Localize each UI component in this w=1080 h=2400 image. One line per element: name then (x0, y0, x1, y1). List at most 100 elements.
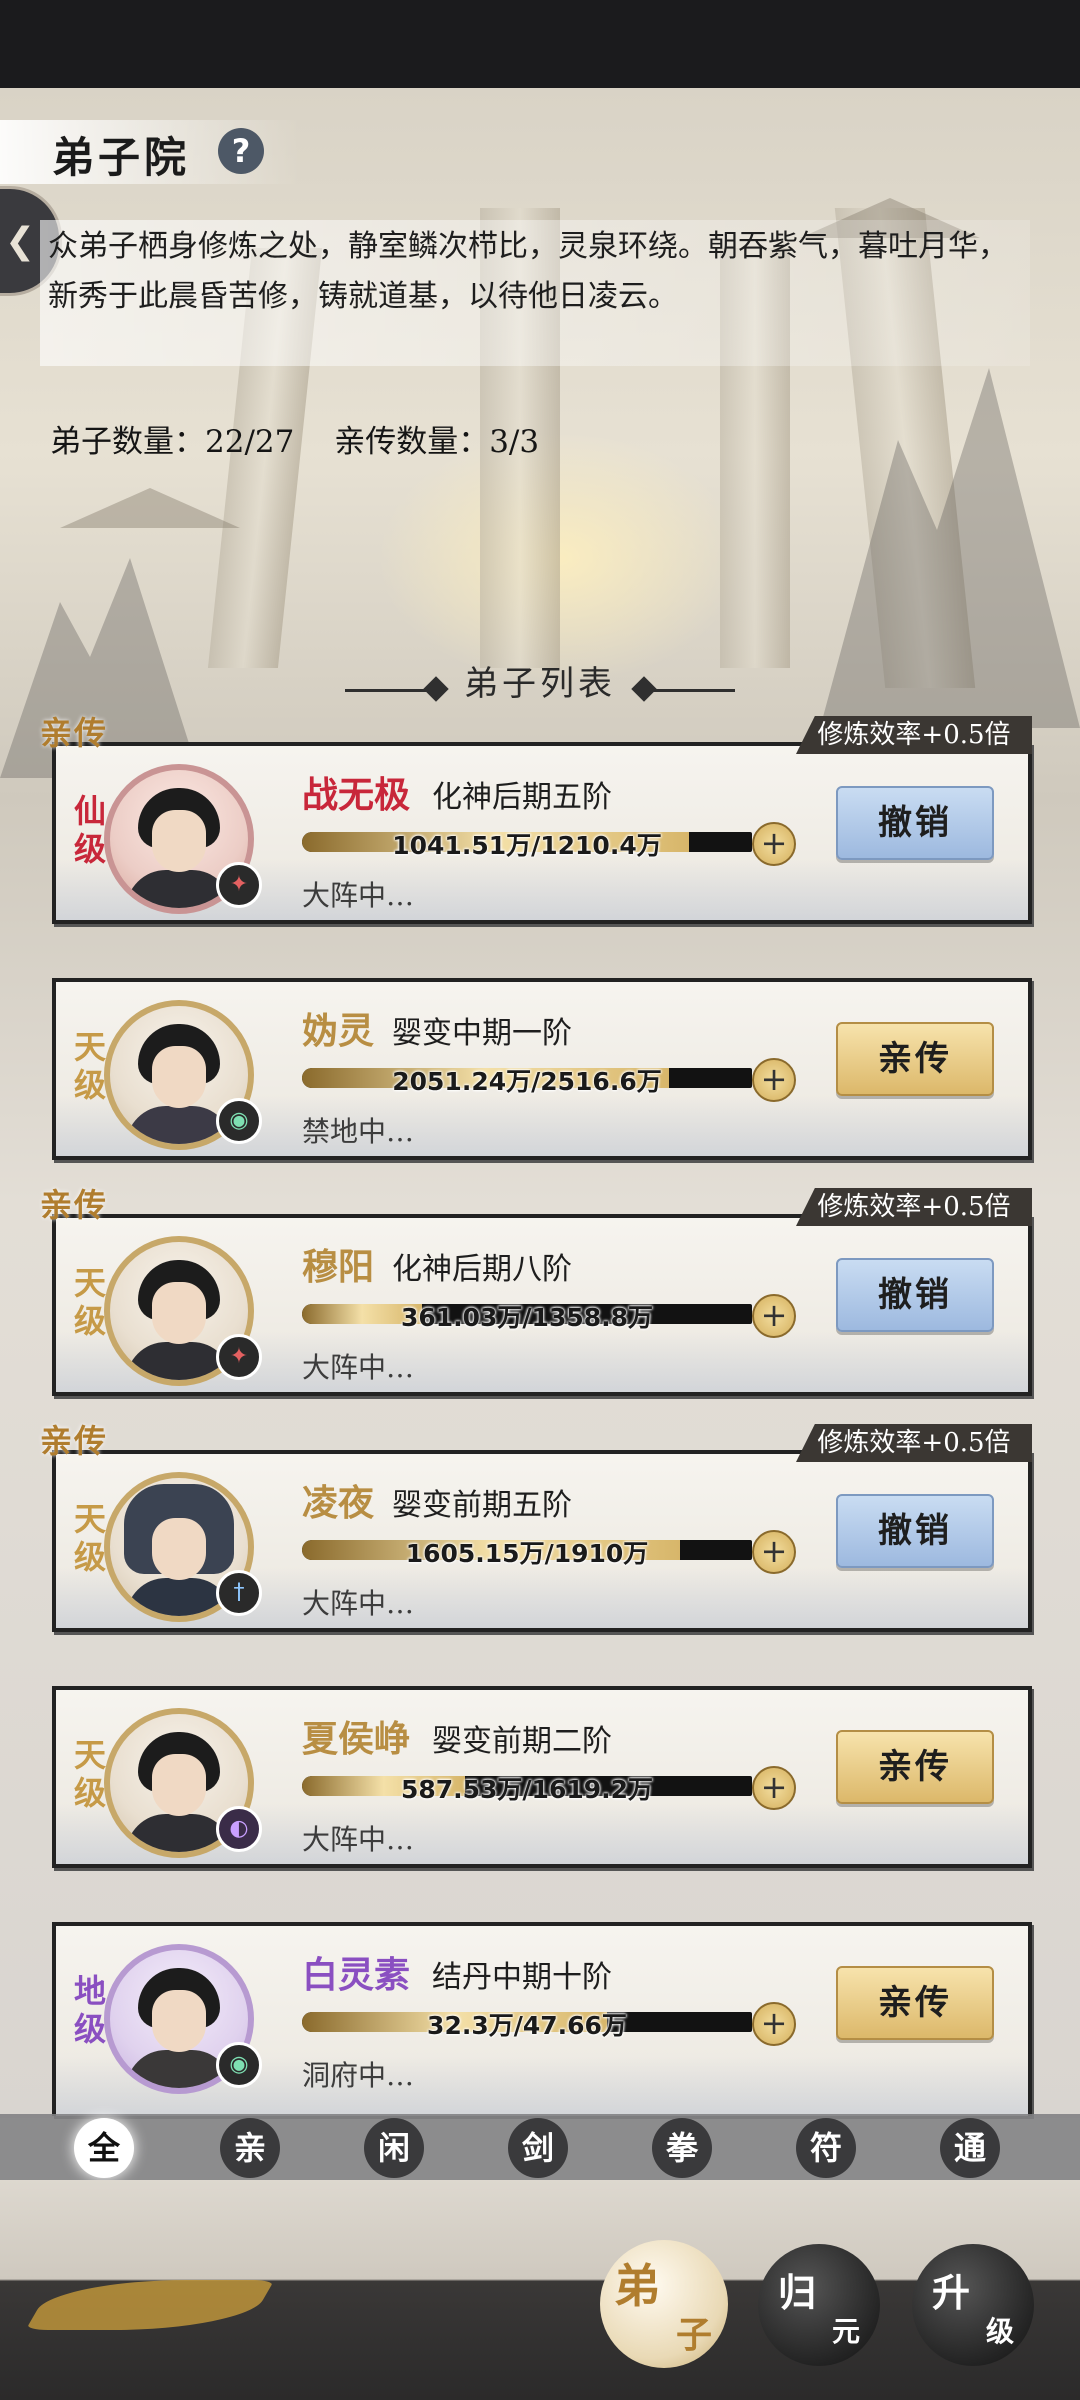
ornament-right-icon (645, 689, 736, 692)
pagoda-roof (60, 488, 240, 528)
nav-char: 级 (985, 2315, 1014, 2348)
filter-fist[interactable]: 拳 (652, 2118, 712, 2178)
disciple-name: 凌夜 (302, 1482, 375, 1524)
list-header: 弟子列表 (0, 656, 1080, 716)
disciple-realm: 婴变前期五阶 (392, 1488, 572, 1523)
cultivation-progress-bar: 587.53万/1619.2万 (302, 1775, 752, 1804)
add-progress-button[interactable]: + (752, 2002, 796, 2046)
intro-text: 众弟子栖身修炼之处，静室鳞次栉比，灵泉环绕。朝吞紫气，暮吐月华，新秀于此晨昏苦修… (48, 229, 1008, 314)
cultivation-progress-bar: 1605.15万/1910万 (302, 1539, 752, 1568)
grade-label: 天级 (73, 1028, 106, 1104)
ornament-left-icon (344, 689, 435, 692)
filter-idle[interactable]: 闲 (364, 2118, 424, 2178)
bonus-badge: 修炼效率+0.5倍 (796, 1188, 1032, 1226)
grade-label: 天级 (73, 1500, 106, 1576)
progress-text: 587.53万/1619.2万 (400, 1775, 654, 1804)
filter-all[interactable]: 全 (74, 2118, 134, 2178)
disciple-realm: 化神后期五阶 (432, 780, 612, 815)
list-title: 弟子列表 (464, 664, 616, 704)
promote-button[interactable]: 亲传 (836, 1966, 994, 2040)
disciple-status: 大阵中… (302, 1823, 415, 1856)
disciple-card[interactable]: 天级 ◐ 夏侯峥 婴变前期二阶 587.53万/1619.2万 + 大阵中… 亲… (52, 1686, 1032, 1868)
filter-general[interactable]: 通 (940, 2118, 1000, 2178)
progress-text: 32.3万/47.66万 (427, 2011, 627, 2040)
nav-return-button[interactable]: 归 元 (758, 2244, 880, 2366)
disciple-status: 大阵中… (302, 879, 415, 912)
filter-sword[interactable]: 剑 (508, 2118, 568, 2178)
avatar-face (152, 1518, 206, 1580)
disciple-realm: 婴变前期二阶 (432, 1724, 612, 1759)
cultivation-progress-bar: 361.03万/1358.8万 (302, 1303, 752, 1332)
disciple-name: 白灵素 (302, 1954, 411, 1996)
promote-button[interactable]: 亲传 (836, 1022, 994, 1096)
disciple-realm: 化神后期八阶 (392, 1252, 572, 1287)
disciple-name: 妫灵 (302, 1010, 375, 1052)
grade-label: 地级 (73, 1972, 106, 2048)
grade-label: 仙级 (73, 792, 106, 868)
wind-icon: ◉ (216, 1098, 262, 1144)
avatar-face (152, 1046, 206, 1108)
revoke-button[interactable]: 撤销 (836, 1258, 994, 1332)
fire-icon: ✦ (216, 1334, 262, 1380)
disciple-card[interactable]: 亲传 修炼效率+0.5倍 天级 ✦ 穆阳 化神后期八阶 361.03万/1358… (40, 1186, 1032, 1396)
avatar-face (152, 1754, 206, 1816)
inner-tag: 亲传 (40, 1422, 109, 1460)
nav-disciples-button[interactable]: 弟 子 (600, 2240, 728, 2368)
grade-label: 天级 (73, 1264, 106, 1340)
add-progress-button[interactable]: + (752, 822, 796, 866)
inner-tag: 亲传 (40, 714, 109, 752)
avatar-face (152, 1990, 206, 2052)
page-title: 弟子院 (52, 133, 191, 182)
disciple-status: 禁地中… (302, 1115, 415, 1148)
disciple-name: 战无极 (302, 774, 411, 816)
progress-text: 2051.24万/2516.6万 (392, 1067, 662, 1096)
disciple-card[interactable]: 亲传 修炼效率+0.5倍 仙级 ✦ 战无极 化神后期五阶 1041.51万/12… (40, 714, 1032, 924)
nav-char: 元 (831, 2315, 860, 2348)
cultivation-progress-bar: 32.3万/47.66万 (302, 2011, 752, 2040)
progress-text: 361.03万/1358.8万 (400, 1303, 654, 1332)
nav-char: 弟 (614, 2259, 660, 2313)
avatar-face (152, 810, 206, 872)
bonus-badge: 修炼效率+0.5倍 (796, 1424, 1032, 1462)
filter-talisman[interactable]: 符 (796, 2118, 856, 2178)
cultivation-progress-bar: 2051.24万/2516.6万 (302, 1067, 752, 1096)
disciple-card[interactable]: 亲传 修炼效率+0.5倍 天级 † 凌夜 婴变前期五阶 1605.15万/191… (40, 1422, 1032, 1632)
nav-char: 升 (932, 2270, 971, 2315)
disciple-realm: 婴变中期一阶 (392, 1016, 572, 1051)
add-progress-button[interactable]: + (752, 1058, 796, 1102)
nav-upgrade-button[interactable]: 升 级 (912, 2244, 1034, 2366)
add-progress-button[interactable]: + (752, 1294, 796, 1338)
help-icon[interactable]: ? (218, 128, 264, 174)
add-progress-button[interactable]: + (752, 1530, 796, 1574)
bonus-badge: 修炼效率+0.5倍 (796, 716, 1032, 754)
disciple-name: 夏侯峥 (302, 1718, 411, 1760)
add-progress-button[interactable]: + (752, 1766, 796, 1810)
promote-button[interactable]: 亲传 (836, 1730, 994, 1804)
avatar-face (152, 1282, 206, 1344)
revoke-button[interactable]: 撤销 (836, 786, 994, 860)
disciple-realm: 结丹中期十阶 (432, 1960, 612, 1995)
disciple-status: 洞府中… (302, 2059, 415, 2092)
revoke-button[interactable]: 撤销 (836, 1494, 994, 1568)
disciple-count: 弟子数量：22/27 (50, 424, 295, 460)
disciple-card[interactable]: 地级 ◉ 白灵素 结丹中期十阶 32.3万/47.66万 + 洞府中… 亲传 (52, 1922, 1032, 2116)
progress-text: 1605.15万/1910万 (405, 1539, 649, 1568)
sword-icon: † (216, 1570, 262, 1616)
nav-char: 归 (778, 2270, 817, 2315)
inner-disciple-count: 亲传数量：3/3 (334, 424, 540, 460)
chevron-left-icon: ❮ (5, 221, 36, 262)
filter-inner[interactable]: 亲 (220, 2118, 280, 2178)
cultivation-progress-bar: 1041.51万/1210.4万 (302, 831, 752, 860)
disciple-name: 穆阳 (302, 1246, 375, 1288)
inner-tag: 亲传 (40, 1186, 109, 1224)
grade-label: 天级 (73, 1736, 106, 1812)
disciple-counts: 弟子数量：22/27 亲传数量：3/3 (50, 416, 569, 461)
disciple-status: 大阵中… (302, 1587, 415, 1620)
fire-icon: ✦ (216, 862, 262, 908)
disciple-card[interactable]: 天级 ◉ 妫灵 婴变中期一阶 2051.24万/2516.6万 + 禁地中… 亲… (52, 978, 1032, 1160)
wind-icon: ◉ (216, 2042, 262, 2088)
nav-char: 子 (675, 2314, 712, 2356)
spirit-icon: ◐ (216, 1806, 262, 1852)
disciple-status: 大阵中… (302, 1351, 415, 1384)
progress-text: 1041.51万/1210.4万 (392, 831, 662, 860)
